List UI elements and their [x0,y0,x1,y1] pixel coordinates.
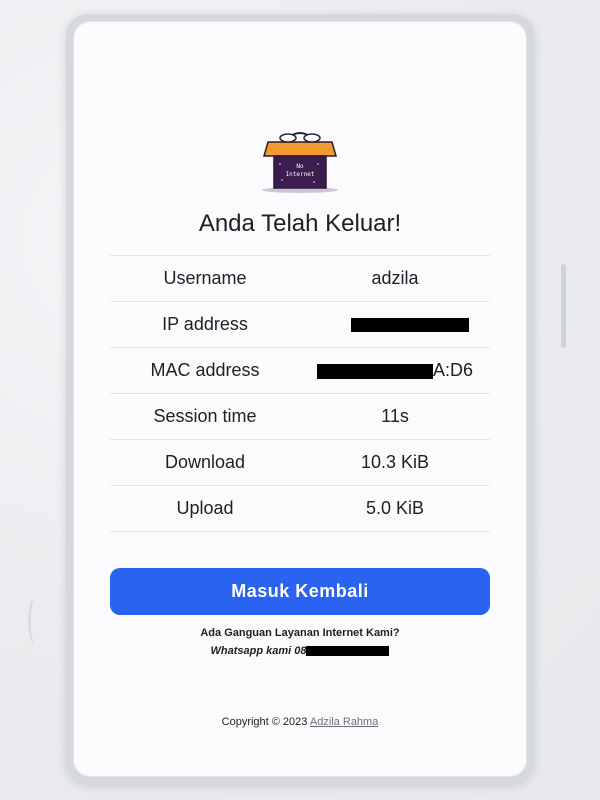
right-eye [303,133,321,143]
table-row: IP address [110,301,490,348]
logo-text-2: Internet [286,171,315,178]
table-row: Download 10.3 KiB [110,439,490,486]
help-question: Ada Ganguan Layanan Internet Kami? [200,627,400,639]
left-eye [279,133,297,143]
login-again-button[interactable]: Masuk Kembali [110,568,490,615]
whatsapp-prefix: Whatsapp kami 08 [210,645,307,657]
redaction-bar [316,363,433,379]
copyright-text: Copyright © 2023 [221,716,308,728]
decorative-curve [28,598,41,644]
row-label: MAC address [150,360,260,380]
logo-text-1: No [296,163,304,170]
row-value: 11s [381,406,409,426]
whatsapp-contact: Whatsapp kami 08 [74,645,526,657]
author-link[interactable]: Adzila Rahma [310,716,378,728]
row-value: 10.3 KiB [360,452,430,472]
scrollbar[interactable] [561,264,566,348]
row-value: A:D6 [300,348,490,394]
table-row: Username adzila [110,255,490,302]
page-title: Anda Telah Keluar! [198,210,402,237]
row-label: Session time [153,406,257,426]
redaction-bar [351,318,469,333]
row-label: Username [163,268,247,288]
row-value: 5.0 KiB [365,498,425,518]
row-value: adzila [371,268,419,288]
row-label: Download [164,452,246,472]
footer-copyright: Copyright © 2023 Adzila Rahma [74,716,526,728]
box-lid [263,141,337,157]
table-row: MAC address A:D6 [110,347,490,394]
session-info-table: Username adzila IP address MAC address A… [110,255,490,532]
mac-suffix: A:D6 [432,360,474,380]
row-label: IP address [162,314,248,334]
redaction-bar [306,646,390,657]
row-value [300,302,490,348]
row-label: Upload [176,498,234,518]
table-row: Session time 11s [110,393,490,440]
no-internet-box-icon: No Internet [262,132,338,193]
table-row: Upload 5.0 KiB [110,485,490,532]
